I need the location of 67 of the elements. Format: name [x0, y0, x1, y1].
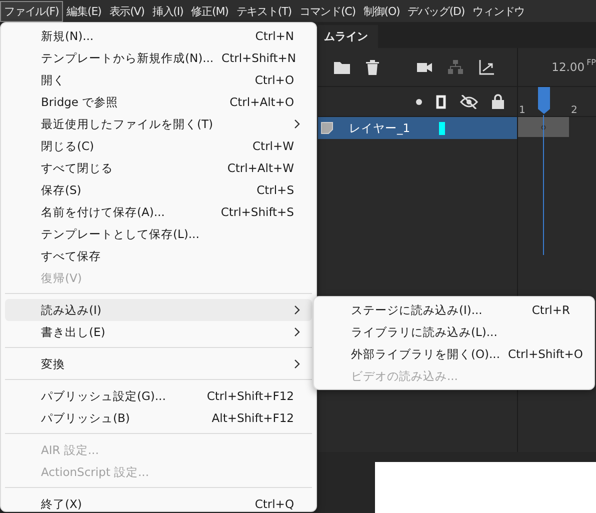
menu-item[interactable]: すべて保存 [5, 245, 312, 267]
graph-icon[interactable] [479, 60, 494, 74]
empty-keyframe-icon [541, 124, 546, 130]
lock-icon[interactable] [492, 94, 504, 109]
playhead[interactable] [538, 87, 550, 114]
shortcut-text: Ctrl+Shift+O [508, 347, 583, 361]
menu-bar-item[interactable]: ウィンドウ [468, 0, 529, 22]
menu-bar-item[interactable]: 編集(E) [62, 0, 106, 22]
camera-icon[interactable] [417, 62, 432, 72]
menu-item[interactable]: 保存(S) Ctrl+S [5, 179, 312, 201]
shortcut-text: Ctrl+R [532, 303, 570, 317]
shortcut-text: Ctrl+Alt+O [230, 95, 294, 109]
shortcut-text: Ctrl+S [256, 183, 294, 197]
menu-item[interactable]: 最近使用したファイルを開く(T) [5, 113, 312, 135]
frame-number: 1 [519, 105, 526, 116]
menu-bar-item[interactable]: 挿入(I) [148, 0, 188, 22]
chevron-right-icon [294, 327, 300, 337]
shortcut-text: Ctrl+O [254, 73, 294, 87]
menu-item[interactable]: ライブラリに読み込み(L)... [318, 321, 590, 343]
menu-item[interactable]: すべて閉じる Ctrl+Alt+W [5, 157, 312, 179]
menu-item[interactable]: 外部ライブラリを開く(O)... Ctrl+Shift+O [318, 343, 590, 365]
chevron-right-icon [294, 119, 300, 129]
hierarchy-icon[interactable] [448, 60, 463, 74]
layer-name: レイヤー_1 [349, 120, 412, 136]
fps-value: 12.00 [552, 60, 585, 74]
frame-number: 2 [571, 105, 578, 116]
shortcut-text: Ctrl+N [255, 29, 294, 43]
menu-bar-item[interactable]: 制御(O) [359, 0, 404, 22]
keyframe-cell[interactable] [518, 117, 569, 137]
menu-item[interactable]: Bridge で参照 Ctrl+Alt+O [5, 91, 312, 113]
shortcut-text: Ctrl+W [252, 139, 294, 153]
menu-bar-item[interactable]: 表示(V) [105, 0, 148, 22]
folder-icon[interactable] [334, 60, 350, 74]
trash-icon[interactable] [366, 60, 379, 74]
chevron-right-icon [294, 305, 300, 315]
shortcut-text: Ctrl+Shift+S [220, 205, 294, 219]
shortcut-text: Alt+Shift+F12 [212, 411, 294, 425]
menu-item[interactable]: 閉じる(C) Ctrl+W [5, 135, 312, 157]
fps-unit: FP [586, 58, 596, 67]
menu-bar-item[interactable]: テキスト(T) [232, 0, 296, 22]
menu-item[interactable]: 新規(N)... Ctrl+N [5, 25, 312, 47]
menu-item[interactable]: 書き出し(E) [5, 321, 312, 343]
chevron-right-icon [294, 359, 300, 369]
menu-item[interactable]: ステージに読み込み(I)... Ctrl+R [318, 299, 590, 321]
shortcut-text: Ctrl+Shift+N [222, 51, 296, 65]
shortcut-text: Ctrl+Q [254, 497, 294, 511]
menu-item[interactable]: テンプレートとして保存(L)... [5, 223, 312, 245]
menu-bar-item[interactable]: デバッグ(D) [404, 0, 469, 22]
menu-item[interactable]: 読み込み(I) [5, 299, 312, 321]
menu-item[interactable]: パブリッシュ設定(G)... Ctrl+Shift+F12 [5, 385, 312, 407]
layer-icon [321, 122, 333, 134]
menu-item[interactable]: 開く Ctrl+O [5, 69, 312, 91]
menu-item[interactable]: 終了(X) Ctrl+Q [5, 493, 312, 513]
menu-item[interactable]: パブリッシュ(B) Alt+Shift+F12 [5, 407, 312, 429]
outline-icon[interactable] [436, 94, 446, 108]
menu-item[interactable]: 変換 [5, 353, 312, 375]
shortcut-text: Ctrl+Shift+F12 [206, 389, 294, 403]
eye-slash-icon[interactable] [460, 94, 478, 108]
layer-row[interactable]: レイヤー_1 [318, 117, 517, 139]
menu-item[interactable]: テンプレートから新規作成(N)... Ctrl+Shift+N [5, 47, 312, 69]
menu-bar-item[interactable]: ファイル(F) [0, 0, 63, 22]
menu-item[interactable]: 名前を付けて保存(A)... Ctrl+Shift+S [5, 201, 312, 223]
menu-bar-item[interactable]: 修正(M) [187, 0, 232, 22]
shortcut-text: Ctrl+Alt+W [227, 161, 294, 175]
panel-tab[interactable]: ムライン [318, 25, 378, 48]
dot-icon[interactable] [416, 98, 422, 104]
menu-bar-item[interactable]: コマンド(C) [295, 0, 360, 22]
